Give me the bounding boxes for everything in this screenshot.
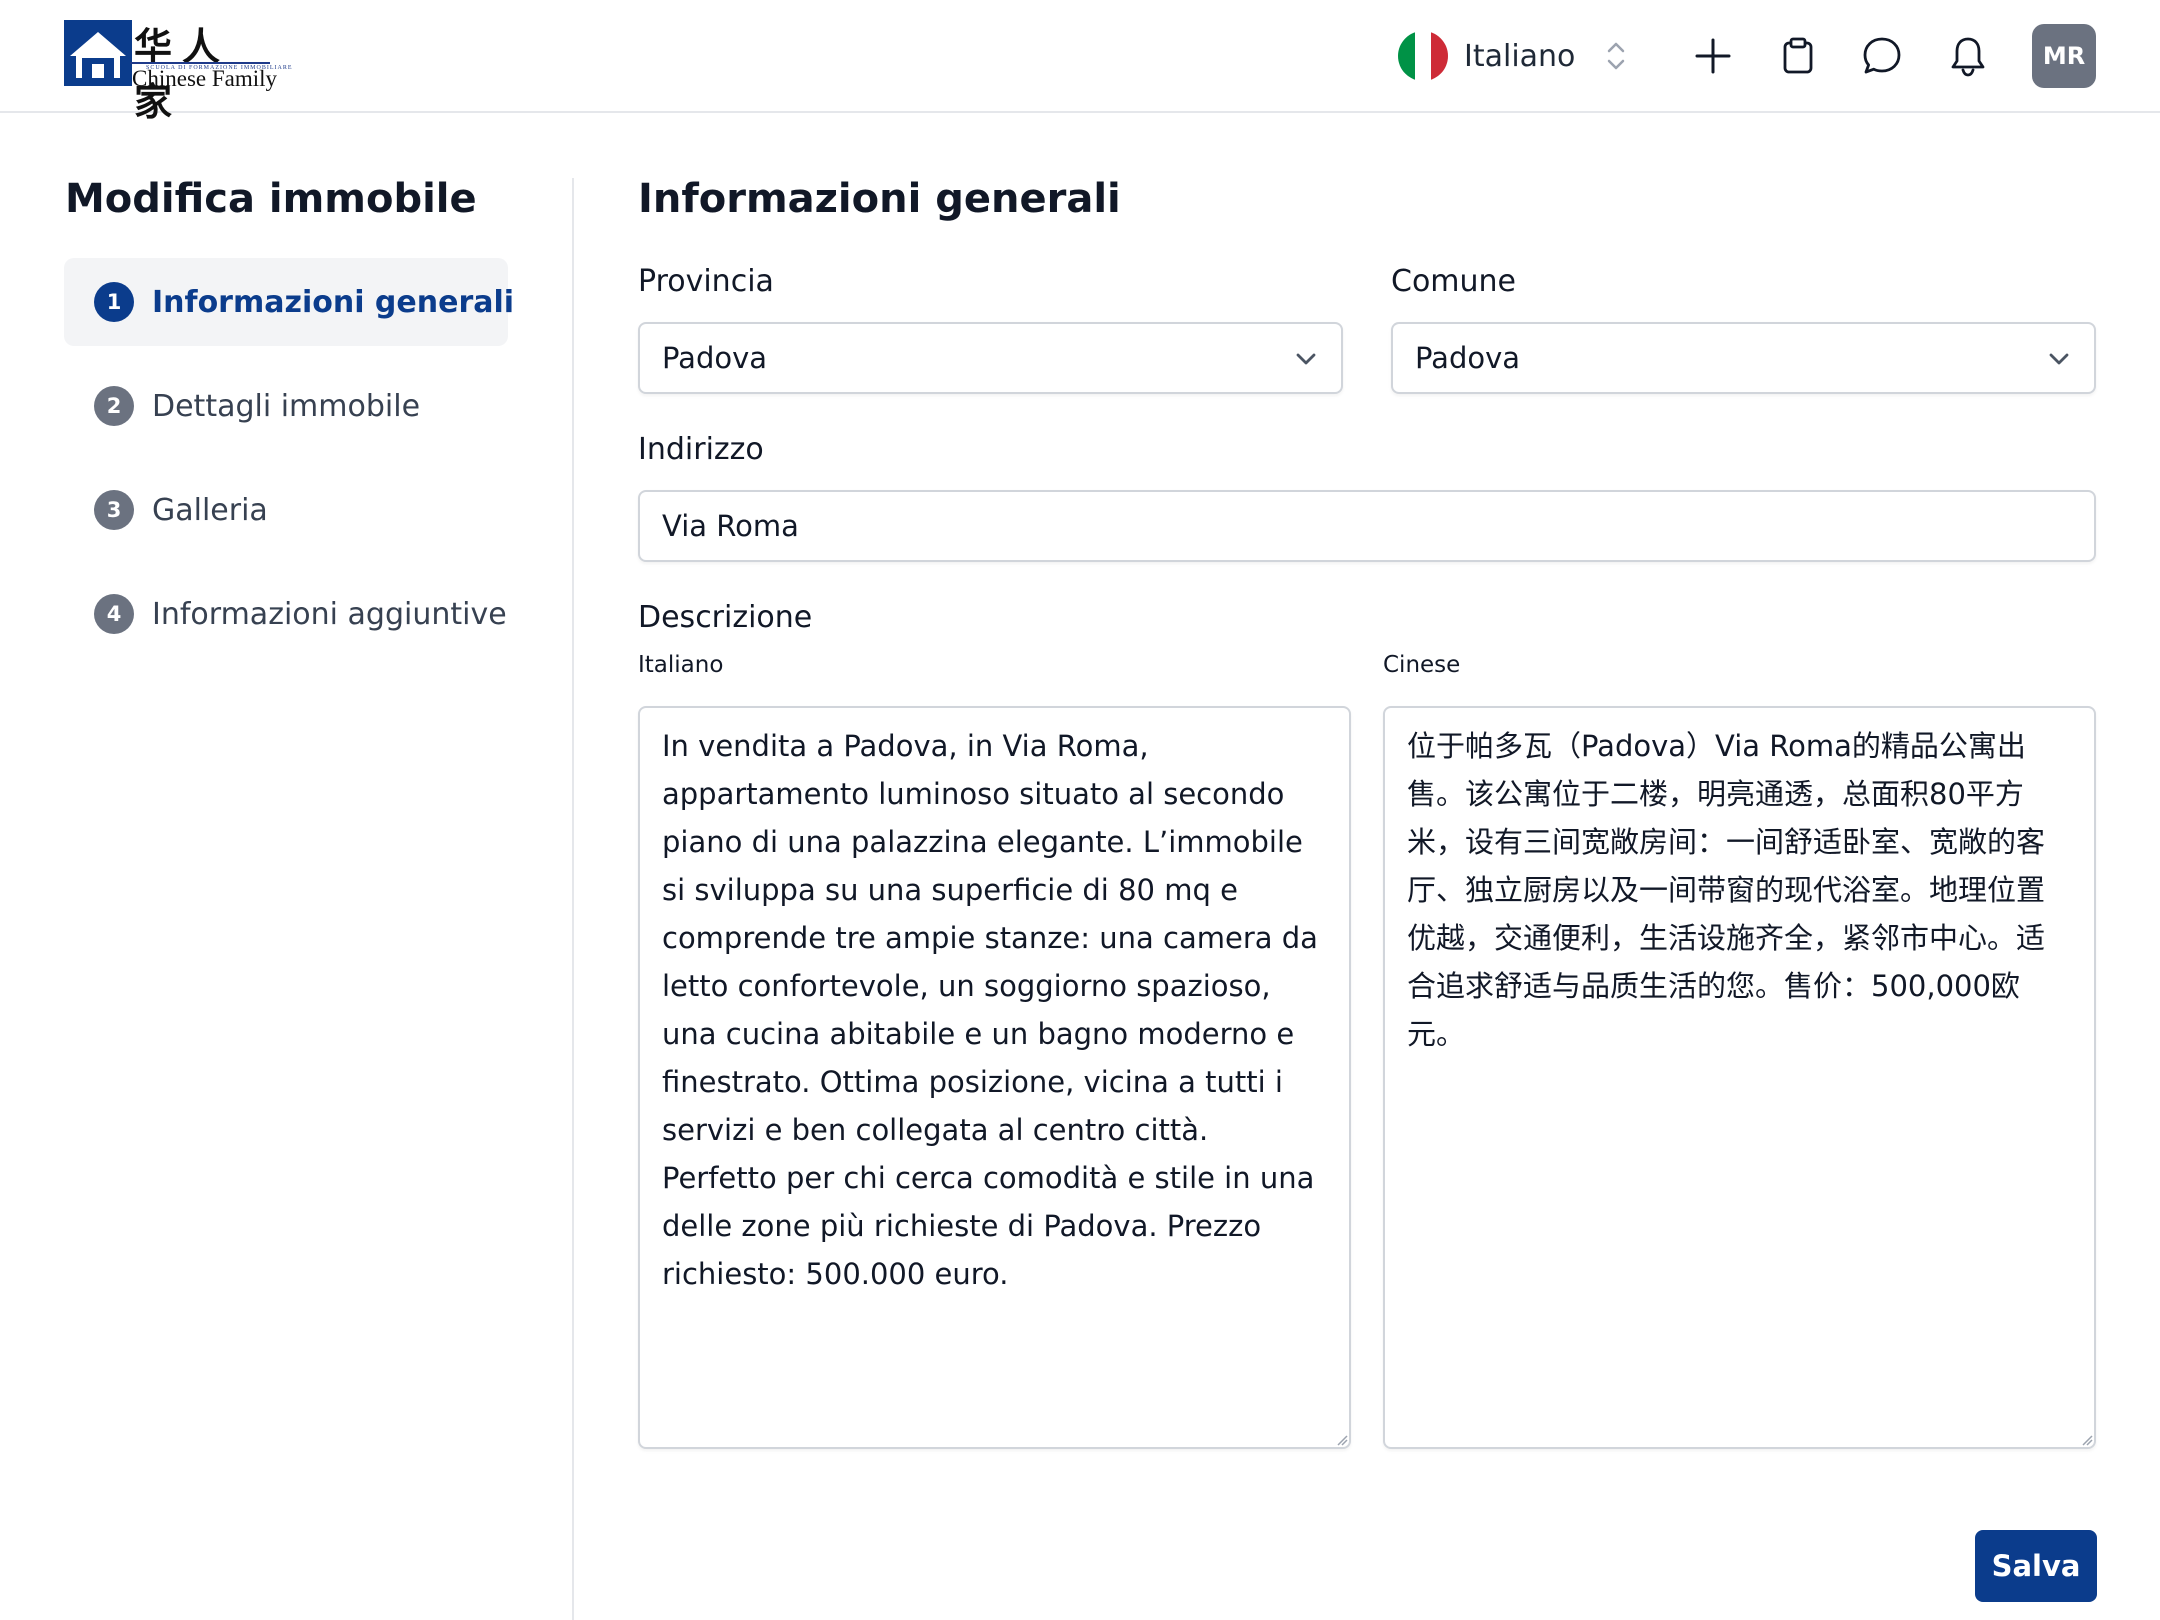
step-galleria[interactable]: 3 Galleria	[64, 466, 508, 554]
indirizzo-label: Indirizzo	[638, 432, 764, 467]
comune-label: Comune	[1391, 264, 1517, 299]
sidebar-title: Modifica immobile	[65, 176, 477, 222]
step-dettagli-immobile[interactable]: 2 Dettagli immobile	[64, 362, 508, 450]
step-number: 3	[94, 490, 134, 530]
descrizione-italiano-label: Italiano	[638, 652, 724, 678]
resize-handle-icon[interactable]	[1336, 1434, 1348, 1446]
house-logo-icon	[64, 20, 132, 86]
chevron-down-icon	[2049, 353, 2069, 365]
chat-icon	[1863, 37, 1901, 74]
notifications-button[interactable]	[1940, 28, 1996, 84]
indirizzo-input[interactable]	[638, 490, 2096, 562]
plus-icon	[1695, 38, 1731, 74]
clipboard-icon	[1783, 37, 1813, 74]
sidebar-divider	[572, 178, 574, 1620]
resize-handle-icon[interactable]	[2081, 1434, 2093, 1446]
step-label: Dettagli immobile	[152, 388, 421, 424]
step-number: 4	[94, 594, 134, 634]
user-avatar[interactable]: MR	[2032, 24, 2096, 88]
logo-english-text: Chinese Family	[132, 66, 278, 91]
chevron-down-icon	[1296, 353, 1316, 365]
descrizione-label: Descrizione	[638, 600, 813, 635]
chevron-up-down-icon	[1608, 42, 1625, 70]
messages-button[interactable]	[1854, 28, 1910, 84]
logo-divider	[130, 62, 270, 64]
step-label: Galleria	[152, 492, 268, 528]
step-number: 1	[94, 282, 134, 322]
page-title: Informazioni generali	[638, 176, 1121, 222]
top-navigation-bar: 华人家 SCUOLA DI FORMAZIONE IMMOBILIARE Chi…	[0, 0, 2160, 124]
step-label: Informazioni generali	[152, 284, 515, 320]
comune-value: Padova	[1415, 341, 1521, 375]
bell-icon	[1951, 37, 1985, 77]
step-number: 2	[94, 386, 134, 426]
descrizione-cinese-label: Cinese	[1383, 652, 1461, 678]
add-button[interactable]	[1685, 28, 1741, 84]
italy-flag-icon	[1398, 31, 1448, 81]
descrizione-cinese-textarea[interactable]: 位于帕多瓦（Padova）Via Roma的精品公寓出售。该公寓位于二楼，明亮通…	[1383, 706, 2096, 1449]
descrizione-italiano-textarea[interactable]: In vendita a Padova, in Via Roma, appart…	[638, 706, 1351, 1449]
clipboard-button[interactable]	[1770, 28, 1826, 84]
language-label: Italiano	[1464, 38, 1576, 74]
company-logo[interactable]: 华人家 SCUOLA DI FORMAZIONE IMMOBILIARE Chi…	[64, 16, 292, 124]
step-informazioni-aggiuntive[interactable]: 4 Informazioni aggiuntive	[64, 570, 508, 658]
provincia-select[interactable]: Padova	[638, 322, 1343, 394]
provincia-value: Padova	[662, 341, 768, 375]
comune-select[interactable]: Padova	[1391, 322, 2096, 394]
language-selector[interactable]: Italiano	[1398, 30, 1628, 82]
step-informazioni-generali[interactable]: 1 Informazioni generali	[64, 258, 514, 346]
save-button[interactable]: Salva	[1975, 1530, 2097, 1602]
provincia-label: Provincia	[638, 264, 774, 299]
step-label: Informazioni aggiuntive	[152, 596, 507, 632]
